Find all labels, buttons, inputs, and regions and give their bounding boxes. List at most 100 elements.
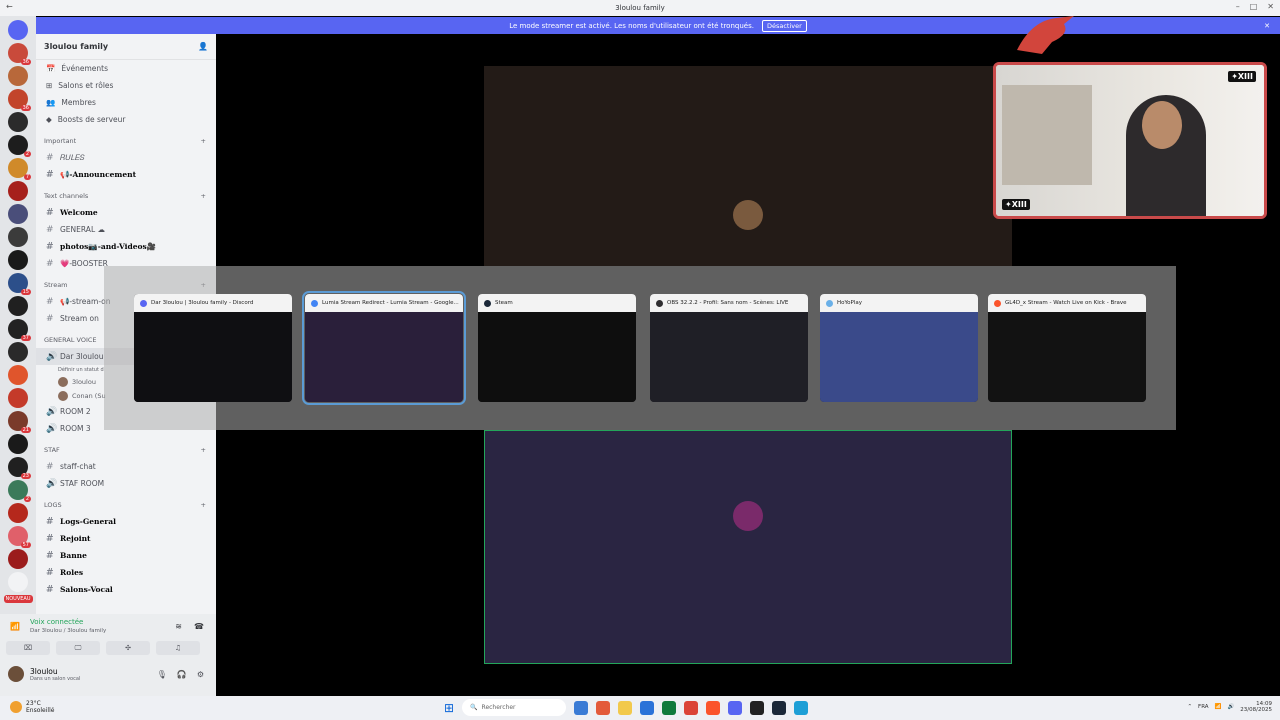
windows-start-icon[interactable]: ⊞ (444, 701, 454, 715)
channel-item[interactable]: # 📢-Announcement (36, 166, 216, 183)
server-icon[interactable] (8, 181, 28, 201)
channel-item[interactable]: # Banne (36, 547, 216, 564)
screen-share-button[interactable]: 🖵 (56, 641, 100, 655)
taskbar-app-icon[interactable] (728, 700, 743, 715)
taskbar-app-icon[interactable] (684, 700, 699, 715)
server-icon[interactable] (8, 227, 28, 247)
thumb-title: HoYoPlay (837, 300, 862, 306)
server-menu-item[interactable]: ◆ Boosts de serveur (36, 111, 216, 128)
taskbar-app-icon[interactable] (618, 700, 633, 715)
noise-suppression-icon[interactable]: ≋ (175, 622, 182, 631)
server-icon[interactable] (8, 342, 28, 362)
server-icon[interactable] (8, 204, 28, 224)
participant-tile-2[interactable] (484, 430, 1012, 664)
switcher-window-thumb[interactable]: Steam (478, 294, 636, 402)
participant-tile-1[interactable] (484, 66, 1012, 266)
switcher-window-thumb[interactable]: Dar 3loulou | 3loulou family - Discord (134, 294, 292, 402)
add-channel-icon[interactable]: + (201, 192, 206, 200)
voice-connected-panel: 📶 Voix connectée Dar 3loulou / 3loulou f… (0, 614, 216, 696)
channel-item[interactable]: # photos📷-and-Videos🎥 (36, 238, 216, 255)
add-channel-icon[interactable]: + (201, 501, 206, 509)
banner-close-icon[interactable]: ✕ (1264, 22, 1270, 30)
taskbar-app-icon[interactable] (662, 700, 677, 715)
discord-home-icon[interactable] (8, 20, 28, 40)
add-member-icon[interactable]: 👤 (198, 42, 208, 51)
taskbar-search[interactable]: 🔍 Rechercher (462, 699, 567, 716)
channel-item[interactable]: # Salons-Vocal (36, 581, 216, 598)
taskbar-app-icon[interactable] (574, 700, 589, 715)
disconnect-icon[interactable]: ☎ (194, 622, 204, 631)
server-icon[interactable]: 37 (8, 319, 31, 341)
server-icon[interactable]: 2 (8, 480, 31, 502)
channel-item[interactable]: # Roles (36, 564, 216, 581)
taskbar-app-icon[interactable] (596, 700, 611, 715)
channel-item[interactable]: 🔊 STAF ROOM (36, 475, 216, 492)
thumb-title: Dar 3loulou | 3loulou family - Discord (151, 300, 254, 306)
server-icon[interactable] (8, 250, 28, 270)
channel-category[interactable]: Text channels + (36, 188, 216, 204)
channel-item[interactable]: # staff-chat (36, 458, 216, 475)
server-icon[interactable] (8, 388, 28, 408)
channel-item[interactable]: # GENERAL ☁ (36, 221, 216, 238)
server-icon[interactable] (8, 296, 28, 316)
add-channel-icon[interactable]: + (201, 446, 206, 454)
server-icon[interactable] (8, 572, 28, 592)
server-icon[interactable] (8, 549, 28, 569)
server-menu-item[interactable]: 👥 Membres (36, 94, 216, 111)
server-icon[interactable]: 21 (8, 411, 31, 433)
activities-button[interactable]: ✣ (106, 641, 150, 655)
minimize-button[interactable]: – (1236, 2, 1240, 11)
switcher-window-thumb[interactable]: Lumia Stream Redirect - Lumia Stream - G… (302, 291, 466, 405)
server-icon[interactable] (8, 112, 28, 132)
server-icon[interactable]: 36 (8, 89, 31, 111)
server-icon[interactable] (8, 66, 28, 86)
category-staf[interactable]: STAF + (36, 442, 216, 458)
camera-button[interactable]: ⌧ (6, 641, 50, 655)
switcher-window-thumb[interactable]: GL4D_x Stream - Watch Live on Kick - Bra… (988, 294, 1146, 402)
server-icon[interactable]: 7 (8, 158, 31, 180)
close-button[interactable]: ✕ (1267, 2, 1274, 11)
soundboard-button[interactable]: ♫ (156, 641, 200, 655)
menu-label: Salons et rôles (58, 81, 114, 90)
server-icon[interactable]: 36 (8, 43, 31, 65)
wifi-icon[interactable]: 📶 (1215, 704, 1222, 710)
switcher-window-thumb[interactable]: OBS 32.2.2 - Profil: Sans nom - Scènes: … (650, 294, 808, 402)
server-menu-item[interactable]: 📅 Événements (36, 60, 216, 77)
deactivate-button[interactable]: Désactiver (761, 19, 807, 32)
server-menu-item[interactable]: ⊞ Salons et rôles (36, 77, 216, 94)
server-icon[interactable]: 57 (8, 526, 31, 548)
server-header[interactable]: 3loulou family 👤 (36, 34, 216, 60)
voice-status[interactable]: Voix connectée (30, 618, 83, 626)
weather-widget[interactable]: 23°C Ensoleillé (10, 700, 54, 714)
taskbar-app-icon[interactable] (772, 700, 787, 715)
maximize-button[interactable]: □ (1250, 2, 1258, 11)
taskbar-app-icon[interactable] (750, 700, 765, 715)
taskbar-app-icon[interactable] (640, 700, 655, 715)
channel-category[interactable]: Important + (36, 133, 216, 149)
chevron-up-icon[interactable]: ⌃ (1187, 704, 1192, 710)
settings-gear-icon[interactable]: ⚙ (197, 670, 204, 679)
clock[interactable]: 14:09 23/08/2025 (1240, 701, 1272, 713)
channel-item[interactable]: # Logs-General (36, 513, 216, 530)
user-panel[interactable]: 3loulou Dans un salon vocal (8, 666, 80, 682)
channel-item[interactable]: # Rejoint (36, 530, 216, 547)
server-icon[interactable] (8, 434, 28, 454)
server-icon[interactable]: 23 (8, 457, 31, 479)
add-channel-icon[interactable]: + (201, 137, 206, 145)
taskbar-app-icon[interactable] (794, 700, 809, 715)
taskbar-app-icon[interactable] (706, 700, 721, 715)
microphone-icon[interactable]: 🎙 (157, 670, 167, 679)
language[interactable]: FRA (1198, 704, 1209, 710)
headphones-icon[interactable]: 🎧 (177, 670, 187, 679)
channel-item[interactable]: # Welcome (36, 204, 216, 221)
server-icon[interactable] (8, 503, 28, 523)
category-logs[interactable]: LOGS + (36, 497, 216, 513)
back-arrow-icon[interactable]: ← (6, 2, 13, 11)
channel-item[interactable]: # 𝑅𝑈𝐿𝐸𝑆 (36, 149, 216, 166)
server-icon[interactable]: 15 (8, 273, 31, 295)
server-icon[interactable] (8, 365, 28, 385)
avatar (733, 501, 763, 531)
server-icon[interactable]: 2 (8, 135, 31, 157)
volume-icon[interactable]: 🔊 (1227, 704, 1234, 710)
switcher-window-thumb[interactable]: HoYoPlay (820, 294, 978, 402)
